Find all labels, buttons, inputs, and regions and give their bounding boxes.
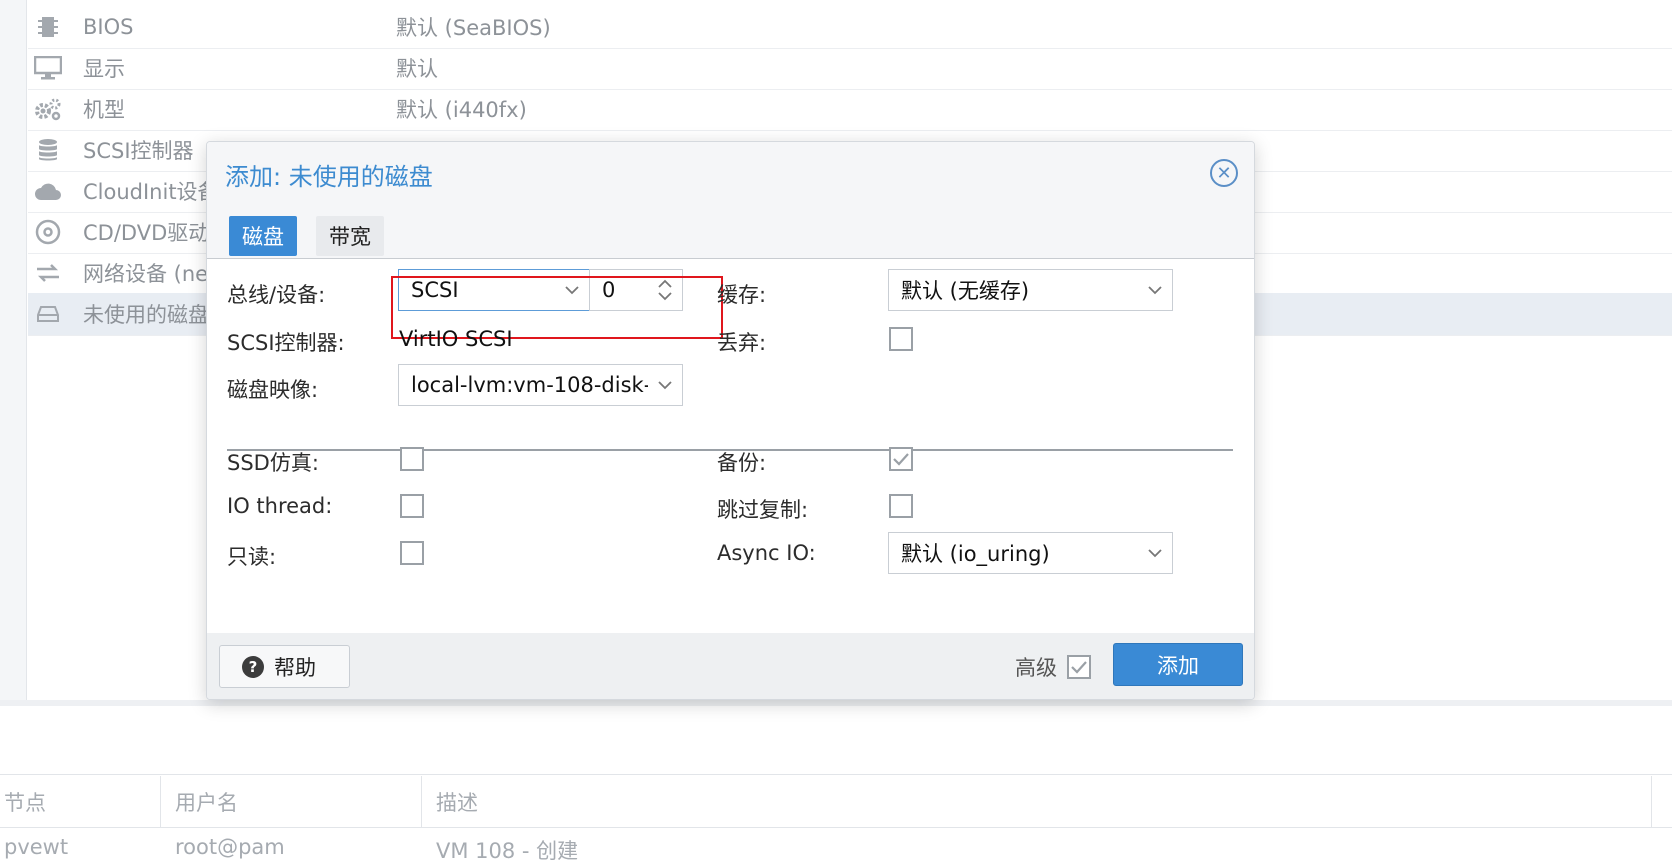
hardware-name: CloudInit设备 [83,180,219,204]
column-header-user[interactable]: 用户名 [161,776,422,828]
tasks-header: 节点 用户名 描述 [0,776,1672,828]
exchange-icon [28,252,68,295]
column-header-node[interactable]: 节点 [0,776,161,828]
hardware-row-machine[interactable]: 机型 默认 (i440fx) [28,88,1672,131]
async-io-select[interactable]: 默认 (io_uring) [888,532,1173,574]
disk-image-value: local-lvm:vm-108-disk-0 [411,373,648,397]
advanced-label: 高级 [1015,656,1057,680]
hardware-name: SCSI控制器 [83,139,194,163]
chevron-down-icon [648,365,682,405]
tab-bandwidth[interactable]: 带宽 [316,216,384,256]
backup-checkbox[interactable] [889,447,913,471]
chevron-down-icon [1138,533,1172,573]
ssd-checkbox[interactable] [400,447,424,471]
hardware-name: 未使用的磁盘 [83,303,209,327]
iothread-checkbox[interactable] [400,494,424,518]
database-icon [28,129,68,172]
hardware-row-bios[interactable]: BIOS 默认 (SeaBIOS) [28,6,1672,49]
readonly-checkbox[interactable] [400,541,424,565]
hardware-value: 默认 (i440fx) [396,98,527,122]
close-button[interactable]: ✕ [1210,159,1238,187]
async-io-label: Async IO: [717,541,816,565]
scsi-controller-label: SCSI控制器: [227,331,345,355]
bus-select-value: SCSI [411,278,459,302]
add-disk-dialog: 添加: 未使用的磁盘 ✕ 磁盘 带宽 总线/设备: SCSI 0 SCSI控制器… [206,141,1255,700]
advanced-checkbox[interactable] [1067,655,1091,679]
tab-bar: 磁盘 带宽 [207,204,1254,259]
skip-replication-label: 跳过复制: [717,498,809,522]
discard-checkbox[interactable] [889,327,913,351]
discard-label: 丢弃: [717,331,767,355]
check-icon [1071,661,1087,674]
hardware-name: BIOS [83,15,134,39]
cell-user: root@pam [175,835,285,859]
help-button[interactable]: ? 帮助 [219,645,350,688]
chevron-down-icon [555,270,589,310]
left-strip [0,0,27,700]
dialog-title: 添加: 未使用的磁盘 [225,163,433,191]
chip-icon [28,6,68,49]
device-number-value: 0 [602,278,616,302]
dialog-footer: ? 帮助 高级 添加 [207,633,1254,699]
spinner-arrows-icon[interactable] [648,270,682,310]
bus-select[interactable]: SCSI [398,269,590,311]
async-io-value: 默认 (io_uring) [901,542,1050,566]
hardware-name: 机型 [83,98,125,122]
cache-label: 缓存: [717,283,767,307]
cloud-icon [28,170,68,213]
hdd-icon [28,293,68,336]
help-button-label: 帮助 [274,655,316,680]
backup-label: 备份: [717,451,767,475]
cogs-icon [28,88,68,131]
dialog-header: 添加: 未使用的磁盘 ✕ [207,142,1254,204]
close-icon: ✕ [1216,162,1232,184]
tasks-panel: 节点 用户名 描述 pvewt root@pam VM 108 - 创建 [0,700,1672,863]
ssd-label: SSD仿真: [227,451,319,475]
question-icon: ? [242,655,264,678]
tasks-toolbar [0,712,1672,775]
add-button[interactable]: 添加 [1113,643,1243,686]
cache-select[interactable]: 默认 (无缓存) [888,269,1173,311]
iothread-label: IO thread: [227,494,333,518]
monitor-icon [28,47,68,90]
cache-select-value: 默认 (无缓存) [901,279,1030,303]
skip-replication-checkbox[interactable] [889,494,913,518]
readonly-label: 只读: [227,545,277,569]
disc-icon [28,211,68,254]
hardware-value: 默认 [396,57,438,81]
check-icon [893,453,909,466]
scsi-controller-value: VirtIO SCSI [399,327,513,351]
hardware-name: 显示 [83,57,125,81]
device-number-spinner[interactable]: 0 [589,269,683,311]
column-header-desc[interactable]: 描述 [422,776,1652,828]
bus-device-label: 总线/设备: [227,283,326,307]
chevron-down-icon [1138,270,1172,310]
hardware-value: 默认 (SeaBIOS) [396,16,551,40]
disk-image-select[interactable]: local-lvm:vm-108-disk-0 [398,364,683,406]
cell-node: pvewt [4,835,69,859]
tab-disk[interactable]: 磁盘 [229,216,297,256]
hardware-row-display[interactable]: 显示 默认 [28,47,1672,90]
cell-desc: VM 108 - 创建 [436,839,579,863]
table-row[interactable]: pvewt root@pam VM 108 - 创建 [0,829,1672,863]
disk-image-label: 磁盘映像: [227,378,319,402]
